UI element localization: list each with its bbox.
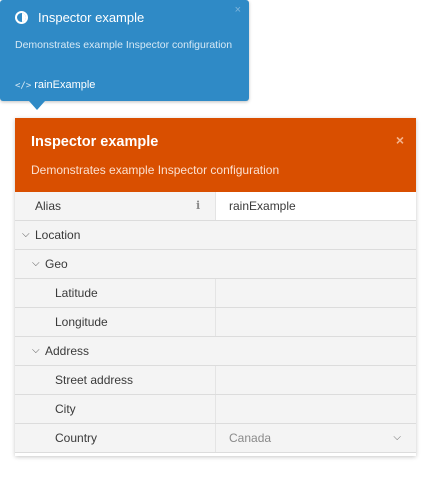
component-tooltip: Inspector example × Demonstrates example…	[0, 0, 249, 101]
half-circle-icon	[15, 11, 28, 24]
group-geo[interactable]: ⌵ Geo	[15, 250, 416, 279]
tooltip-code-name: </> rainExample	[15, 79, 95, 93]
property-row-longitude: Longitude	[15, 308, 416, 337]
tooltip-close-icon[interactable]: ×	[235, 4, 241, 16]
alias-label: Alias	[35, 199, 62, 213]
group-address[interactable]: ⌵ Address	[15, 337, 416, 366]
longitude-input[interactable]	[215, 308, 416, 336]
address-label: Address	[45, 344, 90, 358]
tooltip-title: Inspector example	[38, 10, 145, 25]
group-location[interactable]: ⌵ Location	[15, 221, 416, 250]
country-value: Canada	[229, 431, 272, 445]
code-icon: </>	[15, 81, 32, 91]
property-row-alias: Alias i rainExample	[15, 192, 416, 221]
property-row-country: Country Canada ⌵	[15, 424, 416, 453]
latitude-label: Latitude	[55, 286, 98, 300]
info-icon[interactable]: i	[196, 192, 200, 220]
property-row-latitude: Latitude	[15, 279, 416, 308]
inspector-description: Demonstrates example Inspector configura…	[31, 163, 280, 177]
inspector-header: Inspector example × Demonstrates example…	[15, 118, 416, 192]
latitude-input[interactable]	[215, 279, 416, 307]
property-row-street-address: Street address	[15, 366, 416, 395]
inspector-close-icon[interactable]: ×	[396, 132, 404, 148]
alias-value: rainExample	[229, 199, 296, 213]
city-input[interactable]	[215, 395, 416, 423]
tooltip-arrow	[29, 101, 45, 110]
longitude-label: Longitude	[55, 315, 108, 329]
tooltip-description: Demonstrates example Inspector configura…	[15, 39, 233, 51]
code-label: rainExample	[34, 79, 96, 91]
property-row-city: City	[15, 395, 416, 424]
chevron-down-icon: ⌵	[393, 432, 401, 443]
inspector-title: Inspector example	[31, 134, 159, 150]
property-list: Alias i rainExample ⌵ Location ⌵ Geo Lat…	[15, 192, 416, 453]
location-label: Location	[35, 228, 81, 242]
chevron-down-icon: ⌵	[22, 229, 30, 240]
inspector-panel: Inspector example × Demonstrates example…	[15, 118, 416, 456]
chevron-down-icon: ⌵	[32, 345, 40, 356]
chevron-down-icon: ⌵	[32, 258, 40, 269]
street-address-input[interactable]	[215, 366, 416, 394]
country-select[interactable]: Canada ⌵	[215, 424, 416, 452]
alias-input[interactable]: rainExample	[215, 192, 416, 220]
street-address-label: Street address	[55, 373, 134, 387]
geo-label: Geo	[45, 257, 68, 271]
country-label: Country	[55, 431, 98, 445]
city-label: City	[55, 402, 76, 416]
